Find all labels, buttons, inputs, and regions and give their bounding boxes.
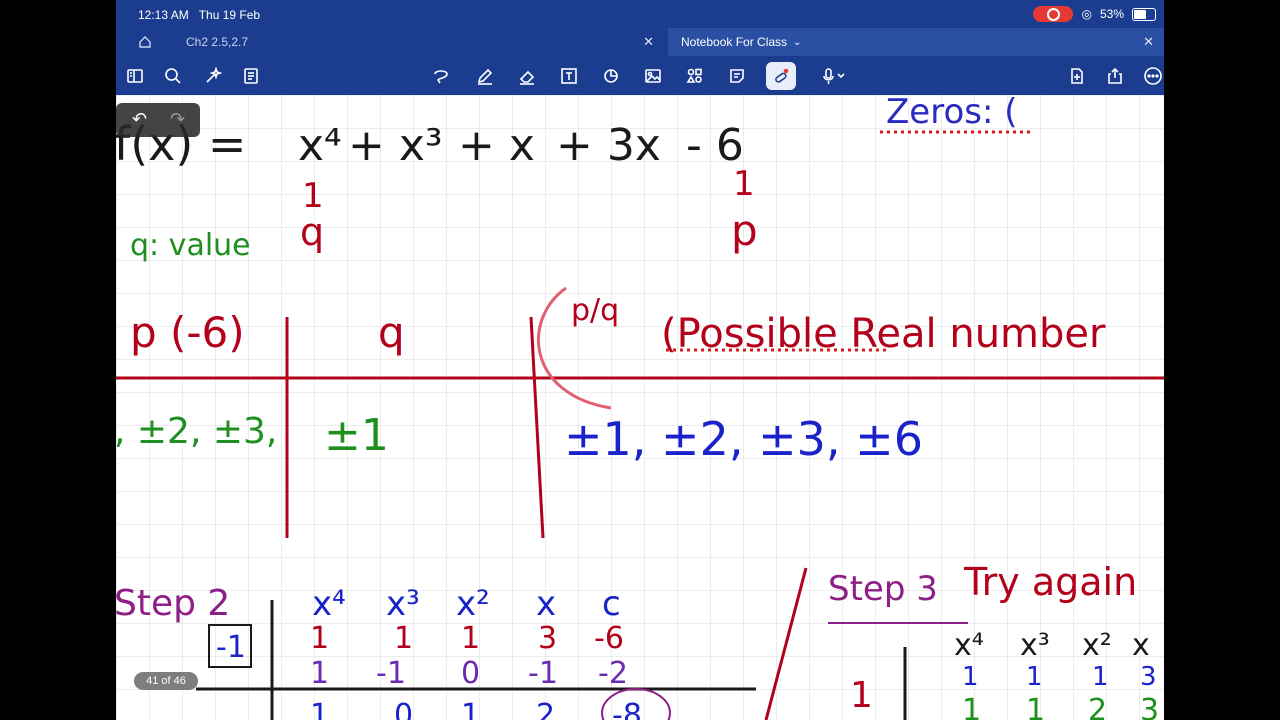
pen-icon[interactable] — [472, 63, 498, 89]
lasso-icon[interactable] — [428, 63, 454, 89]
more-icon[interactable] — [1140, 63, 1164, 89]
step3-header-x2: x² — [1082, 628, 1112, 663]
synth-r3-2: 1 — [461, 698, 480, 720]
search-icon[interactable] — [160, 63, 186, 89]
share-icon[interactable] — [1102, 63, 1128, 89]
pq-values: ±1, ±2, ±3, ±6 — [564, 412, 923, 466]
status-bar: 12:13 AM Thu 19 Feb ◎ 53% — [116, 0, 1164, 28]
tab-label: Notebook For Class — [681, 35, 788, 49]
synth-r1-4: -6 — [594, 621, 624, 656]
step3-r1-1: 1 — [1026, 662, 1043, 692]
tab-ch2[interactable]: Ch2 2.5,2.7 ✕ — [136, 28, 664, 56]
synth-r3-0: 1 — [310, 698, 329, 720]
eraser-icon[interactable] — [514, 63, 540, 89]
step3-header-x3: x³ — [1020, 628, 1050, 663]
synth-r3-4: -8 — [612, 698, 642, 720]
chevron-down-icon[interactable]: ⌄ — [793, 37, 801, 48]
synth-r2-4: -2 — [598, 656, 628, 691]
q-label: q — [300, 210, 324, 254]
step3-r2-2: 2 — [1088, 693, 1107, 720]
synth-header-x3: x³ — [386, 584, 420, 624]
q-values-row: ±1 — [324, 410, 389, 461]
screen-recording-icon[interactable] — [1033, 6, 1074, 22]
elements-icon[interactable] — [682, 63, 708, 89]
synth-header-x4: x⁴ — [312, 584, 346, 624]
step2-label: Step 2 — [116, 583, 230, 624]
toolbar — [116, 58, 1164, 93]
magic-icon[interactable] — [200, 63, 226, 89]
status-right: ◎ 53% — [1033, 6, 1156, 22]
term-x3: + x³ — [348, 120, 443, 171]
term-3x: + 3x — [556, 120, 661, 171]
p-label: p — [731, 206, 758, 255]
term-x: + x — [458, 120, 535, 171]
step3-r1-3: 3 — [1140, 662, 1157, 692]
undo-icon[interactable]: ↶ — [132, 109, 147, 130]
step3-label: Step 3 — [828, 569, 938, 609]
term-x4: x⁴ — [298, 120, 342, 171]
step3-r2-3: 3 — [1140, 693, 1159, 720]
mic-icon[interactable] — [816, 63, 856, 89]
app-chrome: 12:13 AM Thu 19 Feb ◎ 53% Ch2 2.5,2.7 ✕ … — [116, 0, 1164, 95]
p-values: , ±2, ±3, — [116, 411, 277, 452]
battery-icon — [1132, 7, 1156, 21]
tab-notebook[interactable]: Notebook For Class ⌄ ✕ — [668, 28, 1164, 56]
synth-r1-2: 1 — [461, 621, 480, 656]
step3-header-x4: x⁴ — [954, 628, 984, 663]
synth-root: -1 — [216, 630, 246, 665]
undo-redo-panel: ↶ ↷ — [116, 103, 200, 137]
tab-strip: Ch2 2.5,2.7 ✕ Notebook For Class ⌄ ✕ — [116, 28, 1164, 56]
status-time: 12:13 AM Thu 19 Feb — [138, 8, 261, 22]
step3-r1-0: 1 — [962, 662, 979, 692]
synth-r2-1: -1 — [376, 656, 406, 691]
step3-header-x: x — [1132, 628, 1150, 663]
add-page-icon[interactable] — [1064, 63, 1090, 89]
shapes-icon[interactable] — [598, 63, 624, 89]
notebook-page[interactable]: f(x) = x⁴ + x³ + x + 3x - 6 Zeros: ( 1 q… — [116, 92, 1164, 720]
step3-r1-2: 1 — [1092, 662, 1109, 692]
p-over-q: p/q — [571, 293, 619, 328]
battery-percent: 53% — [1099, 7, 1124, 21]
wifi-icon: ◎ — [1081, 7, 1092, 21]
zeros-heading: Zeros: ( — [886, 95, 1017, 132]
table-q-header: q — [378, 308, 405, 357]
synth-header-c: c — [602, 584, 621, 624]
synth-r1-3: 3 — [538, 621, 557, 656]
redo-icon[interactable]: ↷ — [170, 109, 185, 130]
notes-app-window: 12:13 AM Thu 19 Feb ◎ 53% Ch2 2.5,2.7 ✕ … — [116, 0, 1164, 720]
step3-r2-1: 1 — [1026, 693, 1045, 720]
step3-r2-0: 1 — [962, 693, 981, 720]
laser-pointer-icon[interactable] — [766, 62, 796, 90]
handwriting-canvas[interactable]: f(x) = x⁴ + x³ + x + 3x - 6 Zeros: ( 1 q… — [116, 92, 1164, 720]
sticky-note-icon[interactable] — [724, 63, 750, 89]
coef-p: 1 — [733, 164, 755, 204]
synth-r1-0: 1 — [310, 621, 329, 656]
q-values-note: q: value — [130, 228, 251, 263]
synth-r1-1: 1 — [394, 621, 413, 656]
close-icon[interactable]: ✕ — [1143, 34, 1154, 50]
text-icon[interactable] — [556, 63, 582, 89]
synth-header-x2: x² — [456, 584, 490, 624]
page-indicator[interactable]: 41 of 46 — [134, 672, 198, 690]
synth-header-x: x — [536, 584, 556, 624]
tab-label: Ch2 2.5,2.7 — [186, 35, 249, 49]
document-icon[interactable] — [238, 63, 264, 89]
step3-root: 1 — [850, 675, 873, 716]
synth-r3-3: 2 — [536, 698, 555, 720]
table-p-header: p (-6) — [130, 308, 245, 357]
sidebar-icon[interactable] — [122, 63, 148, 89]
image-icon[interactable] — [640, 63, 666, 89]
synth-r2-0: 1 — [310, 656, 329, 691]
synth-r2-3: -1 — [528, 656, 558, 691]
synth-r3-1: 0 — [394, 698, 413, 720]
synth-r2-2: 0 — [461, 656, 480, 691]
try-again-note: Try again — [963, 560, 1137, 604]
close-icon[interactable]: ✕ — [643, 34, 654, 50]
